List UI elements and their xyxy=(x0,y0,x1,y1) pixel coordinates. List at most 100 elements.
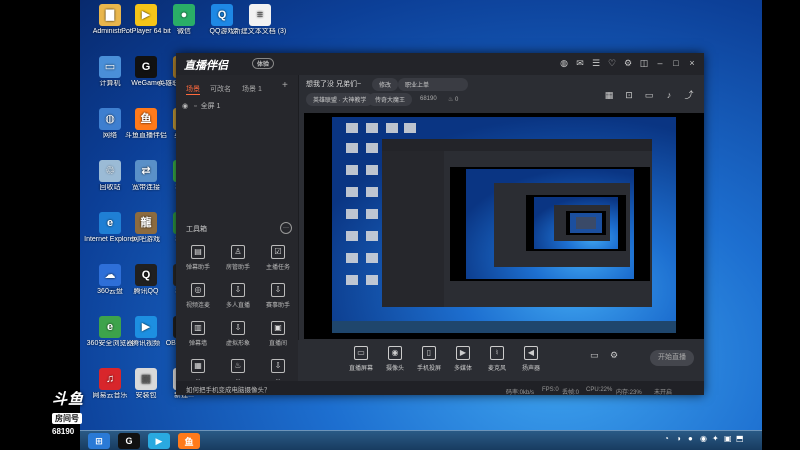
tools-more-icon[interactable]: ··· xyxy=(280,222,292,234)
black-border-right xyxy=(762,0,800,450)
tab-rename[interactable]: 可改名 xyxy=(210,84,231,94)
settings-small-icon[interactable]: ⚙ xyxy=(610,350,618,361)
control-label: 麦克风 xyxy=(487,366,506,372)
hint-text[interactable]: 如何把手机变成电脑摄像头？ xyxy=(186,384,271,394)
screen-capture-icon: ▭ xyxy=(354,346,368,360)
room-number: 68190 xyxy=(420,96,437,102)
eye-icon[interactable]: ◉ xyxy=(182,103,188,110)
watermark-room-label: 房间号 xyxy=(52,413,82,424)
stream-preview[interactable] xyxy=(304,113,704,339)
multi-live-icon: ⇩ xyxy=(231,283,245,297)
more-tool-3-icon: ⇩ xyxy=(271,359,285,373)
tool-button[interactable]: ◎ 视频连麦 xyxy=(178,283,218,309)
gift-icon[interactable]: ♡ xyxy=(606,57,618,69)
tool-button[interactable]: ♨... xyxy=(218,359,258,382)
control-button[interactable]: ◀ 扬声器 xyxy=(514,346,548,372)
control-label: 摄像头 xyxy=(385,366,404,372)
tools-title: 工具箱 xyxy=(186,226,207,233)
camera-icon: ◉ xyxy=(388,346,402,360)
microphone-icon: ♮ xyxy=(490,346,504,360)
tool-button[interactable]: ☑ 主播任务 xyxy=(258,245,298,271)
record-icon[interactable]: ▭ xyxy=(590,350,599,361)
tool-button[interactable]: ⇩ 虚拟形象 xyxy=(218,321,258,347)
maximize-icon[interactable]: □ xyxy=(670,57,682,69)
phone-cast-icon: ▯ xyxy=(422,346,436,360)
scene-item[interactable]: ◉ ▫ 全屏 1 xyxy=(182,101,220,111)
tool-label: 虚拟形象 xyxy=(225,341,250,347)
desktop-icon[interactable]: ≡ 新建文本文档 (3) xyxy=(230,4,290,36)
stat-status: 未开启 xyxy=(654,390,673,396)
tab-scenes[interactable]: 场景 xyxy=(186,84,200,95)
share-icon[interactable]: ⤴ xyxy=(684,90,694,100)
control-label: 多媒体 xyxy=(453,366,472,372)
control-button[interactable]: ▶ 多媒体 xyxy=(446,346,480,372)
sidebar: 场景 可改名 场景 1 + ◉ ▫ 全屏 1 工具箱 ··· ▤ 弹幕助手 ♙ 房管助手 ☑… xyxy=(176,75,299,382)
watermark-logo: 斗鱼 xyxy=(52,391,85,408)
tool-button[interactable]: ⇩... xyxy=(258,359,298,382)
avatar-virtual-icon: ⇩ xyxy=(231,321,245,335)
media-icon: ▶ xyxy=(456,346,470,360)
control-button[interactable]: ♮ 麦克风 xyxy=(480,346,514,372)
bell-icon[interactable]: ♪ xyxy=(664,90,674,100)
tray-icon[interactable]: ◑ xyxy=(676,434,681,443)
douyu-taskbar-icon[interactable]: 鱼 xyxy=(178,433,200,449)
tool-label: 房管助手 xyxy=(225,265,250,271)
tool-label: 主播任务 xyxy=(265,265,290,271)
skin-icon[interactable]: ◫ xyxy=(638,57,650,69)
app-badge[interactable]: 体验 xyxy=(252,58,275,69)
stream-title[interactable]: 想我了没 兄弟们~ xyxy=(306,79,361,89)
tool-button[interactable]: ▦... xyxy=(178,359,218,382)
tool-button[interactable]: ⇩ 多人直播 xyxy=(218,283,258,309)
danmu-icon: ▤ xyxy=(191,245,205,259)
control-label: 扬声器 xyxy=(521,366,540,372)
category-select[interactable]: 职业上单 xyxy=(398,78,468,91)
tool-button[interactable]: ⇩ 赛事助手 xyxy=(258,283,298,309)
tool-button[interactable]: ▤ 弹幕助手 xyxy=(178,245,218,271)
edit-title-button[interactable]: 修改 xyxy=(372,78,399,91)
tray-icon[interactable]: ⬒ xyxy=(736,434,744,443)
chat-icon[interactable]: ☰ xyxy=(590,57,602,69)
settings-icon[interactable]: ⚙ xyxy=(622,57,634,69)
livestream-app-window: 直播伴侣 体验 ◍ ✉ ☰ ♡ ⚙ ◫ – □ × 场景 可改名 场景 1 + ◉ ▫ 全屏 1 工… xyxy=(176,53,704,396)
watermark-room-number: 68190 xyxy=(52,427,75,436)
message-icon[interactable]: ✉ xyxy=(574,57,586,69)
tool-label: 弹幕助手 xyxy=(185,265,210,271)
minimize-icon[interactable]: – xyxy=(654,57,666,69)
app-title: 直播伴侣 xyxy=(184,60,228,72)
control-button[interactable]: ◉ 摄像头 xyxy=(378,346,412,372)
screen-icon[interactable]: ▭ xyxy=(644,90,654,100)
avatar-icon[interactable]: ◍ xyxy=(558,57,570,69)
control-label: 直播屏幕 xyxy=(348,366,373,372)
speaker-icon: ◀ xyxy=(524,346,538,360)
control-bar: ▭ 直播屏幕 ◉ 摄像头 ▯ 手机投屏 ▶ 多媒体 ♮ 麦克风 ◀ 扬声器 ▭ ⚙ xyxy=(298,340,704,381)
game-tag[interactable]: 英雄联盟 · 大神教学 xyxy=(306,93,374,106)
black-border-left xyxy=(0,0,80,450)
rank-tag[interactable]: 传奇大魔王 xyxy=(368,93,413,106)
video-taskbar-icon[interactable]: ▶ xyxy=(148,433,170,449)
taskbar: ⊞ G ▶ 鱼 ◔ ◑ ● ◉ ✦ ▣ ⬒ xyxy=(80,430,762,450)
tray-icon[interactable]: ▣ xyxy=(724,434,732,443)
lock-small-icon[interactable]: ▫ xyxy=(194,103,196,110)
fire-icon: ♨ xyxy=(448,97,456,103)
control-button[interactable]: ▭ 直播屏幕 xyxy=(344,346,378,372)
tray-icon[interactable]: ● xyxy=(688,434,693,443)
tool-button[interactable]: ♙ 房管助手 xyxy=(218,245,258,271)
layout-icon[interactable]: ▦ xyxy=(604,90,614,100)
tab-scene-1[interactable]: 场景 1 xyxy=(242,84,262,94)
tool-label: 弹幕墙 xyxy=(188,341,207,347)
desktop-icon-label: 新建文本文档 (3) xyxy=(233,28,287,35)
go-live-button[interactable]: 开始直播 xyxy=(650,350,694,366)
close-icon[interactable]: × xyxy=(686,57,698,69)
stat-dropped: 丢帧:0 xyxy=(562,390,580,396)
tray-icon[interactable]: ◔ xyxy=(664,434,669,443)
lock-icon[interactable]: ⊡ xyxy=(624,90,634,100)
add-scene-button[interactable]: + xyxy=(282,80,288,91)
wegame-taskbar-icon[interactable]: G xyxy=(118,433,140,449)
tray-icon[interactable]: ✦ xyxy=(712,434,719,443)
control-button[interactable]: ▯ 手机投屏 xyxy=(412,346,446,372)
tray-icon[interactable]: ◉ xyxy=(700,434,707,443)
tool-button[interactable]: ▥ 弹幕墙 xyxy=(178,321,218,347)
scene-item-label: 全屏 1 xyxy=(200,103,221,110)
tool-button[interactable]: ▣ 直播间 xyxy=(258,321,298,347)
tool-label: 视频连麦 xyxy=(185,303,210,309)
